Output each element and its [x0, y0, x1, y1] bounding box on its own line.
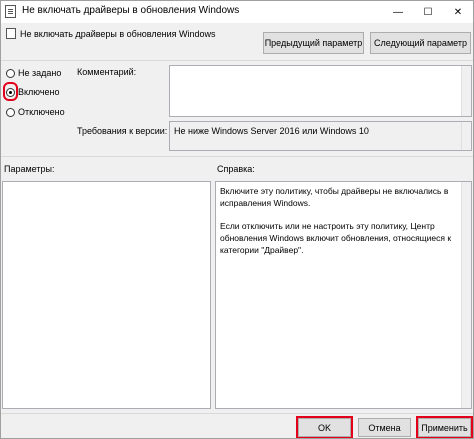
comment-field[interactable] — [169, 65, 472, 117]
policy-title: Не включать драйверы в обновления Window… — [20, 29, 216, 39]
apply-button[interactable]: Применить — [416, 416, 473, 438]
help-panel: Включите эту политику, чтобы драйверы не… — [215, 181, 472, 409]
help-paragraph-2: Если отключить или не настроить эту поли… — [220, 221, 452, 255]
policy-app-icon — [5, 5, 16, 18]
next-setting-button[interactable]: Следующий параметр — [370, 32, 471, 54]
header-separator — [1, 60, 473, 61]
comment-scrollbar[interactable] — [461, 66, 471, 116]
previous-setting-button[interactable]: Предыдущий параметр — [263, 32, 364, 54]
cancel-button[interactable]: Отмена — [358, 418, 411, 437]
help-scrollbar[interactable] — [461, 182, 471, 408]
radio-enabled-indicator[interactable] — [6, 87, 15, 97]
radio-disabled-indicator[interactable] — [6, 107, 15, 117]
minimize-icon[interactable]: — — [383, 1, 413, 23]
supported-on-value: Не ниже Windows Server 2016 или Windows … — [174, 126, 369, 136]
options-panel — [2, 181, 211, 409]
middle-separator — [1, 156, 473, 157]
radio-not-configured-indicator[interactable] — [6, 68, 15, 78]
radio-not-configured[interactable]: Не задано — [6, 68, 61, 78]
radio-disabled[interactable]: Отключено — [6, 107, 65, 117]
supported-on-field: Не ниже Windows Server 2016 или Windows … — [169, 121, 472, 151]
radio-not-configured-label: Не задано — [18, 68, 62, 78]
help-text: Включите эту политику, чтобы драйверы не… — [216, 182, 461, 270]
supported-on-scrollbar[interactable] — [461, 122, 471, 150]
window-title: Не включать драйверы в обновления Window… — [22, 5, 240, 16]
help-label: Справка: — [217, 164, 255, 174]
policy-editor-window: Не включать драйверы в обновления Window… — [0, 0, 474, 439]
policy-setting-icon — [6, 28, 16, 39]
radio-disabled-label: Отключено — [18, 107, 65, 117]
help-paragraph-1: Включите эту политику, чтобы драйверы не… — [220, 186, 449, 208]
ok-button[interactable]: OK — [296, 416, 353, 438]
options-label: Параметры: — [4, 164, 55, 174]
radio-enabled[interactable]: Включено — [6, 87, 60, 97]
maximize-icon[interactable]: ☐ — [413, 1, 443, 23]
close-icon[interactable]: ✕ — [443, 1, 473, 23]
supported-on-label: Требования к версии: — [77, 126, 168, 136]
comment-label: Комментарий: — [77, 67, 137, 77]
title-bar: Не включать драйверы в обновления Window… — [1, 1, 473, 23]
footer-separator — [1, 413, 473, 414]
radio-enabled-label: Включено — [18, 87, 60, 97]
